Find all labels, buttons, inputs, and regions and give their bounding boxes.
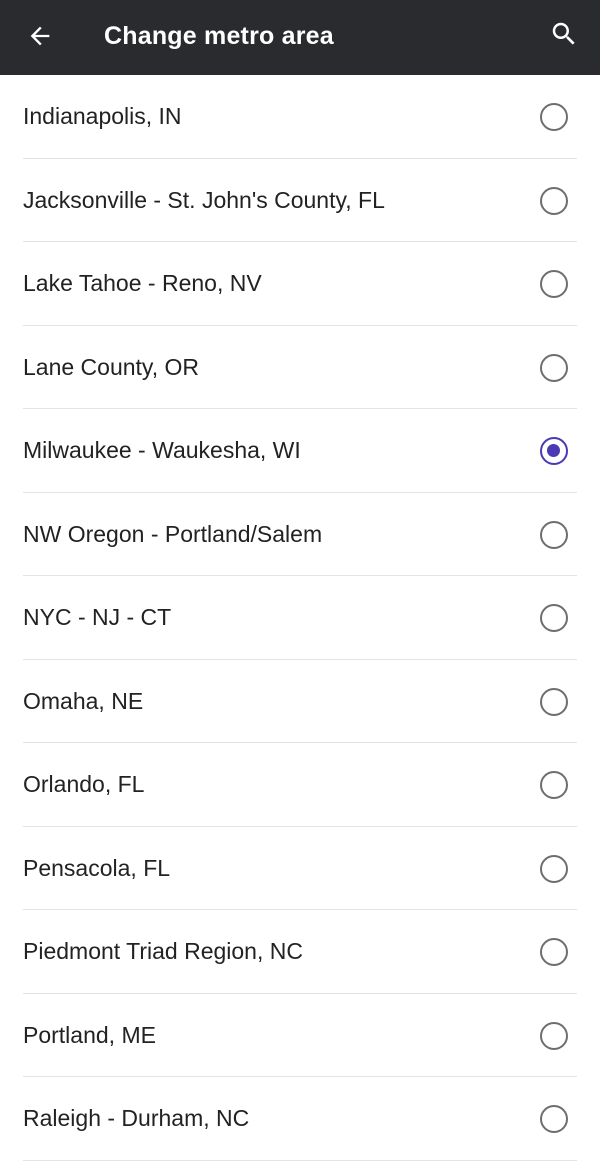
radio-button[interactable] <box>540 687 568 716</box>
metro-area-option[interactable]: Lane County, OR <box>0 326 600 409</box>
radio-button[interactable] <box>540 103 568 131</box>
metro-area-option[interactable]: NYC - NJ - CT <box>0 576 600 660</box>
metro-area-label: Indianapolis, IN <box>23 103 182 129</box>
radio-button[interactable] <box>540 1105 568 1133</box>
metro-area-label: NW Oregon - Portland/Salem <box>23 520 323 547</box>
metro-area-option[interactable]: NW Oregon - Portland/Salem <box>0 493 600 576</box>
metro-area-option[interactable]: Orlando, FL <box>0 743 600 827</box>
radio-button[interactable] <box>540 520 568 549</box>
back-button[interactable] <box>18 14 62 58</box>
search-icon <box>552 22 575 45</box>
metro-area-label: Pensacola, FL <box>23 854 171 881</box>
search-button[interactable] <box>542 12 586 56</box>
metro-area-label: Raleigh - Durham, NC <box>23 1105 250 1131</box>
radio-button[interactable] <box>540 604 568 632</box>
page-title: Change metro area <box>104 22 334 50</box>
metro-area-label: NYC - NJ - CT <box>23 604 172 630</box>
metro-area-label: Jacksonville - St. John's County, FL <box>23 186 385 213</box>
metro-area-label: Lake Tahoe - Reno, NV <box>23 270 262 296</box>
metro-area-option[interactable]: Raleigh - Durham, NC <box>0 1077 600 1161</box>
metro-area-option[interactable]: Jacksonville - St. John's County, FL <box>0 159 600 242</box>
radio-button[interactable] <box>540 771 568 799</box>
radio-button[interactable] <box>540 186 568 215</box>
radio-button[interactable] <box>540 938 568 966</box>
radio-button[interactable] <box>540 270 568 298</box>
metro-area-label: Piedmont Triad Region, NC <box>23 938 303 964</box>
radio-button[interactable] <box>540 854 568 883</box>
divider <box>23 1159 577 1161</box>
metro-area-option[interactable]: Indianapolis, IN <box>0 75 600 159</box>
metro-area-option[interactable]: Lake Tahoe - Reno, NV <box>0 242 600 326</box>
arrow-back-icon <box>30 26 50 46</box>
metro-area-option[interactable]: Milwaukee - Waukesha, WI <box>0 409 600 493</box>
app-bar: Change metro area <box>0 0 600 75</box>
metro-area-list: Indianapolis, IN Jacksonville - St. John'… <box>0 75 600 1161</box>
metro-area-label: Portland, ME <box>23 1021 156 1048</box>
metro-area-option[interactable]: Portland, ME <box>0 994 600 1077</box>
radio-button[interactable] <box>540 353 568 382</box>
radio-button[interactable] <box>540 1021 568 1050</box>
metro-area-option[interactable]: Piedmont Triad Region, NC <box>0 910 600 994</box>
metro-area-label: Lane County, OR <box>23 353 200 380</box>
metro-area-label: Omaha, NE <box>23 687 144 714</box>
metro-area-label: Milwaukee - Waukesha, WI <box>23 437 301 463</box>
metro-area-label: Orlando, FL <box>23 771 145 797</box>
radio-button-checked[interactable] <box>540 437 568 465</box>
metro-area-option[interactable]: Pensacola, FL <box>0 827 600 910</box>
metro-area-option[interactable]: Omaha, NE <box>0 660 600 743</box>
